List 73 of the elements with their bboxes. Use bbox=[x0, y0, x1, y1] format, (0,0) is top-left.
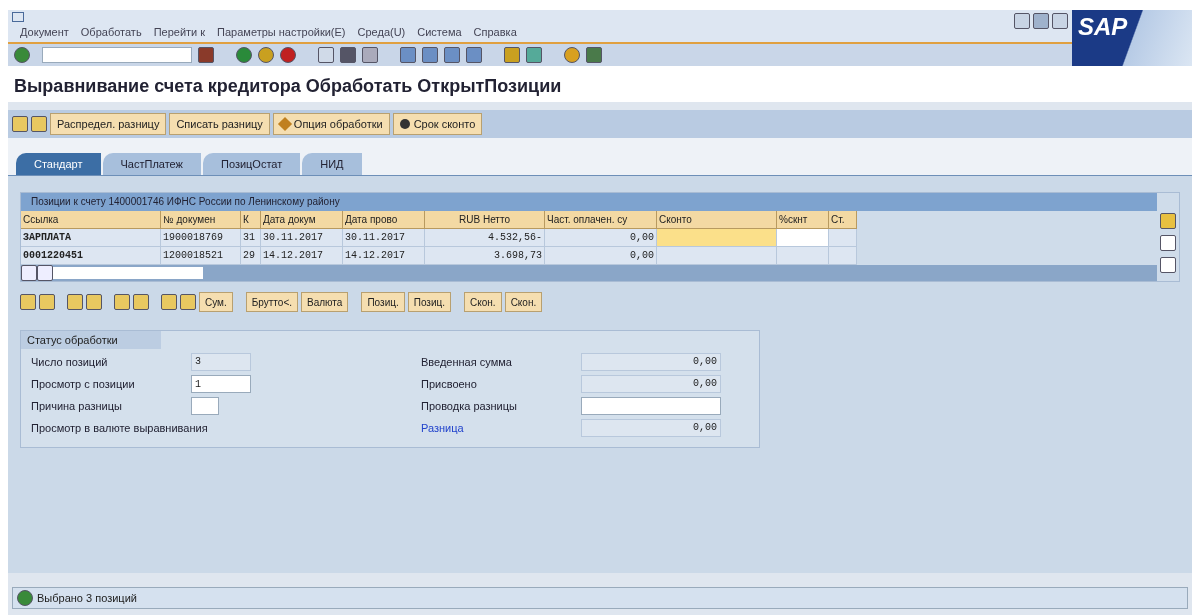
field-label: Причина разницы bbox=[31, 398, 123, 414]
toolbar-button[interactable]: Распредел. разницу bbox=[50, 113, 167, 135]
menu-item[interactable]: Перейти к bbox=[153, 24, 206, 41]
table-cell bbox=[829, 247, 857, 265]
table-cell: 3.698,73 bbox=[425, 247, 545, 265]
table-cell: ЗАРПЛАТА bbox=[21, 229, 161, 247]
column-header[interactable]: RUB Нетто bbox=[425, 211, 545, 229]
column-header[interactable]: Част. оплачен. су bbox=[545, 211, 657, 229]
table-cell: 1900018769 bbox=[161, 229, 241, 247]
menu-item[interactable]: Обработать bbox=[80, 24, 142, 41]
table-cell: 4.532,56- bbox=[425, 229, 545, 247]
menu-item[interactable]: Справка bbox=[473, 24, 517, 41]
table-cell: 1200018521 bbox=[161, 247, 241, 265]
column-header[interactable]: Ст. bbox=[829, 211, 857, 229]
display-field: 0,00 bbox=[581, 353, 721, 371]
column-header[interactable]: Сконто bbox=[657, 211, 777, 229]
grid-button[interactable]: Скон. bbox=[504, 292, 543, 312]
grid-button[interactable]: Сум. bbox=[199, 292, 233, 312]
input-field[interactable] bbox=[191, 397, 219, 415]
display-field: 0,00 bbox=[581, 375, 721, 393]
command-field[interactable] bbox=[42, 47, 192, 63]
grid-button[interactable]: Позиц. bbox=[361, 292, 405, 312]
table-cell: 30.11.2017 bbox=[343, 229, 425, 247]
column-header[interactable]: Дата прово bbox=[343, 211, 425, 229]
pencil-icon bbox=[277, 116, 292, 132]
menu-item[interactable]: Документ bbox=[20, 24, 69, 41]
grid-button[interactable]: Позиц. bbox=[407, 292, 452, 312]
column-header[interactable]: Дата докум bbox=[261, 211, 343, 229]
field-label: Разница bbox=[421, 420, 465, 436]
input-field[interactable] bbox=[657, 229, 777, 247]
column-header[interactable]: К bbox=[241, 211, 261, 229]
table-cell: 0,00 bbox=[545, 229, 657, 247]
input-field[interactable] bbox=[581, 397, 721, 415]
tab[interactable]: ПозицОстат bbox=[203, 153, 301, 175]
table-cell: 0,00 bbox=[545, 247, 657, 265]
input-field[interactable]: 1 bbox=[191, 375, 251, 393]
menu-item[interactable]: Система bbox=[417, 24, 462, 41]
group-title: Статус обработки bbox=[21, 331, 161, 349]
table-cell: 29 bbox=[241, 247, 261, 265]
table-cell: 0001220451 bbox=[21, 247, 161, 265]
table-title: Позиции к счету 1400001746 ИФНС России по Ленинскому району bbox=[21, 193, 1157, 211]
grid-button[interactable]: Валюта bbox=[301, 292, 349, 312]
display-field: 0,00 bbox=[581, 419, 721, 437]
field-label: Просмотр в валюте выравнивания bbox=[31, 420, 208, 436]
table-cell: 14.12.2017 bbox=[261, 247, 343, 265]
grid-button[interactable]: Скон. bbox=[464, 292, 502, 312]
field-label: Число позиций bbox=[31, 354, 109, 370]
field-label: Проводка разницы bbox=[421, 398, 518, 414]
field-label: Введенная сумма bbox=[421, 354, 513, 370]
grid-button[interactable]: Брутто<. bbox=[245, 292, 298, 312]
tab[interactable]: ЧастПлатеж bbox=[102, 153, 201, 175]
scrollbar-thumb[interactable] bbox=[53, 267, 203, 279]
menu-item[interactable]: Среда(U) bbox=[357, 24, 406, 41]
column-header[interactable]: %скнт bbox=[777, 211, 829, 229]
screen-title: Выравнивание счета кредитора Обработать ОткрытПозиции bbox=[8, 66, 1192, 102]
toolbar-button[interactable]: Срок сконто bbox=[392, 113, 483, 135]
table-cell: 30.11.2017 bbox=[261, 229, 343, 247]
table-cell: 14.12.2017 bbox=[343, 247, 425, 265]
table-cell bbox=[777, 247, 829, 265]
table-cell bbox=[829, 229, 857, 247]
column-header[interactable]: Ссылка bbox=[21, 211, 161, 229]
column-header[interactable]: № докумен bbox=[161, 211, 241, 229]
field-label: Просмотр с позиции bbox=[31, 376, 136, 392]
toolbar-button[interactable]: Списать разницу bbox=[169, 113, 270, 135]
table-cell: 31 bbox=[241, 229, 261, 247]
field-label: Присвоено bbox=[421, 376, 478, 392]
menu-item[interactable]: Параметры настройки(E) bbox=[217, 24, 346, 41]
tab[interactable]: Стандарт bbox=[16, 153, 101, 175]
status-message: Выбрано 3 позиций bbox=[37, 590, 137, 606]
input-field[interactable] bbox=[777, 229, 829, 247]
toolbar-button[interactable]: Опция обработки bbox=[272, 113, 390, 135]
display-field: 3 bbox=[191, 353, 251, 371]
tab[interactable]: НИД bbox=[302, 153, 362, 175]
